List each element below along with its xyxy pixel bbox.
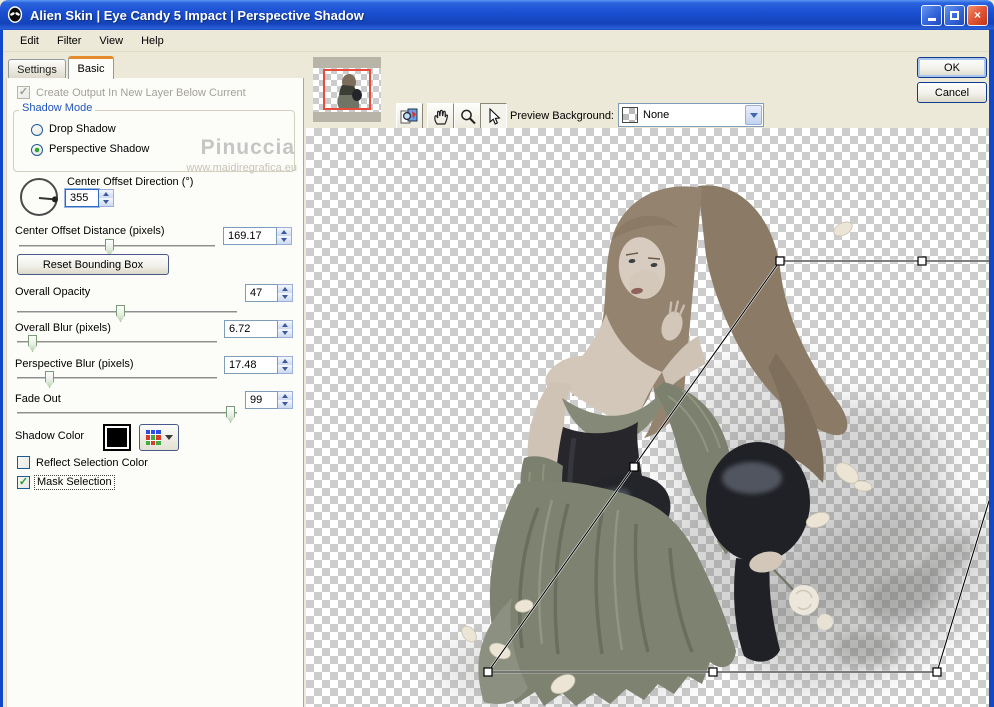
perspective-blur-label: Perspective Blur (pixels) (15, 358, 134, 370)
preview-viewport[interactable] (306, 128, 989, 707)
hand-icon (432, 108, 450, 126)
opacity-slider-track[interactable] (17, 311, 237, 314)
tab-settings[interactable]: Settings (8, 59, 66, 79)
minimize-button[interactable] (921, 5, 942, 26)
blur-slider-thumb[interactable] (28, 335, 37, 352)
bbox-handle-top-left[interactable] (776, 257, 784, 265)
direction-spinner[interactable] (99, 189, 114, 207)
shadow-color-label: Shadow Color (15, 430, 84, 442)
drop-shadow-radio[interactable] (31, 124, 43, 136)
window-title: Alien Skin | Eye Candy 5 Impact | Perspe… (30, 8, 364, 23)
watermark-url: www.maidiregrafica.eu (137, 162, 297, 174)
mask-selection-label[interactable]: Mask Selection (35, 476, 114, 489)
distance-spinner[interactable] (277, 227, 292, 245)
blur-value: 6.72 (224, 320, 278, 338)
mask-selection-checkbox[interactable]: ✓ (17, 476, 30, 489)
watermark-name: Pinuccia (157, 136, 295, 160)
perspective-blur-slider-thumb[interactable] (45, 371, 54, 388)
preview-background-label: Preview Background: (480, 110, 614, 122)
drop-shadow-label[interactable]: Drop Shadow (49, 123, 116, 135)
title-bar[interactable]: Alien Skin | Eye Candy 5 Impact | Perspe… (0, 0, 994, 30)
navigator-view-rectangle[interactable] (323, 69, 371, 110)
perspective-shadow-label[interactable]: Perspective Shadow (49, 143, 149, 155)
bbox-handle-bottom-right[interactable] (933, 668, 941, 676)
reflect-selection-checkbox[interactable] (17, 456, 30, 469)
blur-slider-track[interactable] (17, 341, 217, 344)
preview-background-value: None (643, 109, 669, 121)
reflect-selection-label[interactable]: Reflect Selection Color (36, 457, 148, 469)
bbox-handle-bottom-left[interactable] (484, 668, 492, 676)
alien-skin-logo-icon (6, 6, 24, 24)
distance-spinbox[interactable]: 169.17 (223, 227, 292, 245)
zoom-tool-button[interactable] (454, 103, 481, 131)
bbox-handle-left-mid[interactable] (630, 463, 638, 471)
direction-value: 355 (65, 189, 99, 207)
fade-value: 99 (245, 391, 278, 409)
direction-dial[interactable] (20, 178, 58, 216)
opacity-value: 47 (245, 284, 278, 302)
perspective-blur-value: 17.48 (224, 356, 278, 374)
preview-navigator[interactable] (313, 57, 381, 122)
opacity-label: Overall Opacity (15, 286, 90, 298)
preview-background-combo[interactable]: None (618, 103, 764, 127)
create-output-label: Create Output In New Layer Below Current (36, 87, 246, 99)
opacity-spinbox[interactable]: 47 (245, 284, 293, 302)
preview-toggle-tool-button[interactable] (396, 103, 423, 131)
blur-spinner[interactable] (278, 320, 293, 338)
distance-label: Center Offset Distance (pixels) (15, 225, 165, 237)
fade-slider-thumb[interactable] (226, 406, 235, 423)
shadow-color-swatch[interactable] (103, 424, 131, 451)
menu-help[interactable]: Help (132, 32, 173, 50)
settings-panel: ✓ Create Output In New Layer Below Curre… (6, 78, 304, 707)
maximize-button[interactable] (944, 5, 965, 26)
ok-button[interactable]: OK (917, 57, 987, 78)
combo-dropdown-arrow[interactable] (745, 105, 762, 125)
menu-view[interactable]: View (90, 32, 132, 50)
create-output-checkbox[interactable]: ✓ (17, 86, 30, 99)
opacity-spinner[interactable] (278, 284, 293, 302)
window-border-right (989, 30, 994, 707)
reset-bounding-box-button[interactable]: Reset Bounding Box (17, 254, 169, 275)
menu-filter[interactable]: Filter (48, 32, 90, 50)
direction-label: Center Offset Direction (°) (67, 176, 193, 188)
magnifier-icon (459, 108, 477, 126)
fade-spinner[interactable] (278, 391, 293, 409)
preview-image (306, 128, 989, 707)
tab-basic[interactable]: Basic (68, 56, 114, 79)
blur-label: Overall Blur (pixels) (15, 322, 111, 334)
shadow-mode-title: Shadow Mode (19, 102, 95, 114)
none-swatch-icon (622, 107, 638, 123)
color-grid-icon (146, 430, 161, 445)
fade-spinbox[interactable]: 99 (245, 391, 293, 409)
fade-slider-track[interactable] (17, 412, 237, 415)
bbox-handle-bottom-mid[interactable] (709, 668, 717, 676)
perspective-blur-spinner[interactable] (278, 356, 293, 374)
menu-bar: Edit Filter View Help (3, 30, 989, 52)
bbox-handle-top-mid[interactable] (918, 257, 926, 265)
perspective-shadow-radio[interactable] (31, 144, 43, 156)
close-button[interactable]: × (967, 5, 988, 26)
cancel-button[interactable]: Cancel (917, 82, 987, 103)
pan-tool-button[interactable] (427, 103, 454, 131)
perspective-blur-spinbox[interactable]: 17.48 (224, 356, 293, 374)
preview-toggle-icon (400, 108, 420, 126)
menu-edit[interactable]: Edit (11, 32, 48, 50)
shadow-color-picker-button[interactable] (139, 424, 179, 451)
blur-spinbox[interactable]: 6.72 (224, 320, 293, 338)
fade-label: Fade Out (15, 393, 61, 405)
opacity-slider-thumb[interactable] (116, 305, 125, 322)
chevron-down-icon (165, 435, 173, 440)
distance-slider-track[interactable] (19, 245, 215, 248)
plugin-window: Alien Skin | Eye Candy 5 Impact | Perspe… (0, 0, 994, 707)
distance-value: 169.17 (223, 227, 277, 245)
direction-spinbox[interactable]: 355 (65, 189, 114, 207)
window-border-left (0, 30, 3, 707)
